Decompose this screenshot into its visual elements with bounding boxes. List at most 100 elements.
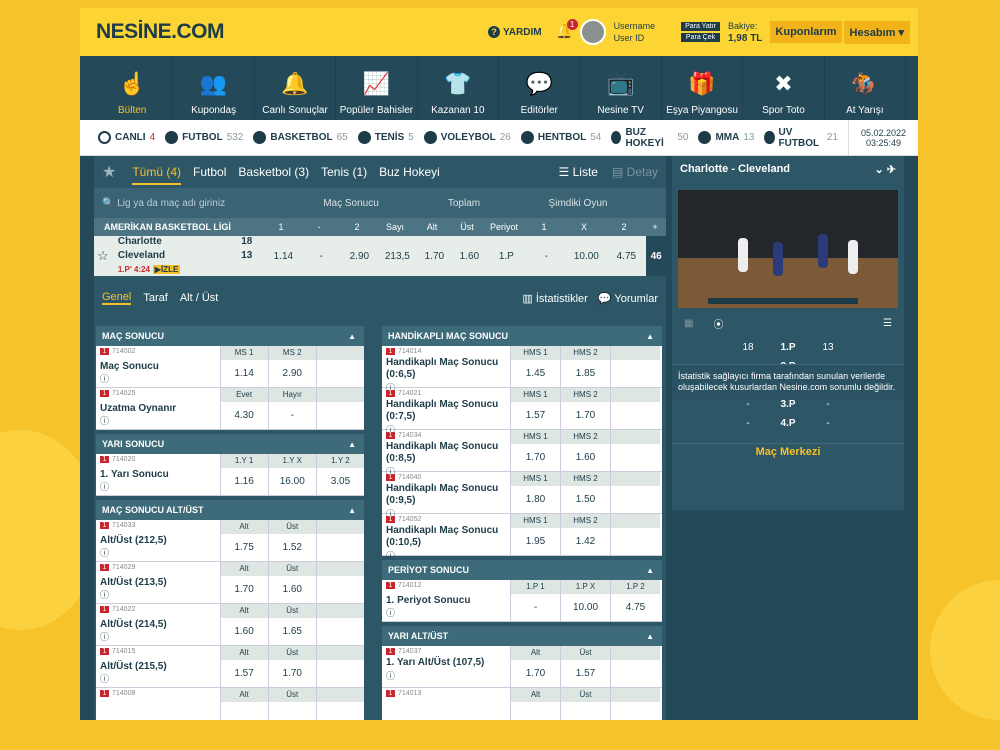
market-header[interactable]: HANDİKAPLI MAÇ SONUCU ▲: [382, 326, 662, 346]
odd-cell[interactable]: Üst 1.60: [267, 562, 316, 603]
odd-cell[interactable]: Alt 1.70: [219, 562, 268, 603]
sport-item-3[interactable]: TENİS 5: [357, 127, 414, 149]
match-odd-7[interactable]: -: [526, 251, 566, 262]
user-info[interactable]: Username User ID: [614, 20, 656, 44]
avatar[interactable]: [579, 19, 606, 45]
odd-cell[interactable]: Üst 1.57: [560, 646, 610, 687]
match-odd-4[interactable]: 1.70: [416, 251, 452, 262]
odd-cell[interactable]: HMS 1 1.95: [510, 514, 560, 555]
help-link[interactable]: ? YARDIM: [488, 26, 542, 38]
info-icon[interactable]: ⓘ: [100, 548, 109, 558]
match-row[interactable]: ☆ Charlotte 18 Cleveland 13 1.P' 4:24 ▶İZL…: [94, 236, 666, 276]
odd-cell[interactable]: HMS 1 1.57: [510, 388, 560, 429]
odd-cell[interactable]: Üst 1.65: [267, 604, 316, 645]
account-button[interactable]: Hesabım ▾: [843, 20, 910, 44]
tab-genel[interactable]: Genel: [102, 291, 132, 305]
odd-cell[interactable]: 1.P X 10.00: [560, 580, 610, 621]
odd-cell[interactable]: Evet 4.30: [219, 388, 268, 429]
nav-item-5[interactable]: 💬 Editörler: [499, 56, 581, 120]
sport-item-7[interactable]: MMA 13: [698, 127, 754, 149]
field-view-icon[interactable]: ▦: [684, 318, 693, 329]
deposit-button[interactable]: Para Yatır: [681, 22, 720, 31]
play-icon[interactable]: ⦿: [713, 316, 723, 331]
more-markets-button[interactable]: 46: [646, 236, 666, 276]
odd-cell[interactable]: Alt 1.70: [510, 646, 560, 687]
odd-cell[interactable]: Hayır -: [267, 388, 316, 429]
market-header[interactable]: PERİYOT SONUCU ▲: [382, 560, 662, 580]
odd-cell[interactable]: Alt 1.75: [219, 520, 268, 561]
nav-item-2[interactable]: 🔔 Canlı Sonuçlar: [255, 56, 337, 120]
odd-cell[interactable]: HMS 2 1.50: [560, 472, 610, 513]
info-icon[interactable]: ⓘ: [100, 416, 109, 426]
chevron-up-icon[interactable]: ▲: [646, 632, 654, 641]
chevron-up-icon[interactable]: ▲: [646, 566, 654, 575]
nav-item-0[interactable]: ☝ Bülten: [92, 56, 174, 120]
match-center-link[interactable]: Maç Merkezi: [672, 443, 904, 458]
odd-cell[interactable]: 1.Y X 16.00: [267, 454, 316, 495]
match-odd-0[interactable]: 1.14: [264, 251, 302, 262]
info-icon[interactable]: ⓘ: [100, 632, 109, 642]
chevron-up-icon[interactable]: ▲: [348, 506, 356, 515]
info-icon[interactable]: ⓘ: [386, 608, 395, 618]
nav-item-9[interactable]: 🏇 At Yarışı: [825, 56, 907, 120]
chevron-up-icon[interactable]: ▲: [348, 332, 356, 341]
odd-cell[interactable]: MS 1 1.14: [219, 346, 268, 387]
nav-item-8[interactable]: ✖ Spor Toto: [743, 56, 825, 120]
withdraw-button[interactable]: Para Çek: [681, 33, 720, 42]
info-icon[interactable]: ⓘ: [100, 590, 109, 600]
favorite-star-icon[interactable]: ☆: [94, 248, 112, 264]
filter-tab-0[interactable]: Tümü (4): [132, 165, 182, 185]
list-view-button[interactable]: ☰ Liste: [559, 165, 598, 179]
panel-controls[interactable]: ⌄ ✈: [875, 163, 897, 176]
odd-cell[interactable]: 1.P 2 4.75: [610, 580, 660, 621]
odd-cell[interactable]: Üst 1.70: [267, 646, 316, 687]
nav-item-6[interactable]: 📺 Nesine TV: [580, 56, 662, 120]
search-input[interactable]: 🔍 Lig ya da maç adı giriniz: [94, 198, 292, 209]
odd-cell[interactable]: Alt 1.60: [219, 604, 268, 645]
filter-tab-1[interactable]: Futbol: [193, 165, 226, 179]
chevron-up-icon[interactable]: ▲: [646, 332, 654, 341]
filter-tab-2[interactable]: Basketbol (3): [238, 165, 309, 179]
market-header[interactable]: YARI ALT/ÜST ▲: [382, 626, 662, 646]
odd-cell[interactable]: HMS 2 1.60: [560, 430, 610, 471]
nav-item-7[interactable]: 🎁 Eşya Piyangosu: [662, 56, 744, 120]
sport-item-4[interactable]: VOLEYBOL 26: [423, 127, 511, 149]
odd-cell[interactable]: HMS 1 1.45: [510, 346, 560, 387]
nav-item-1[interactable]: 👥 Kupondaş: [173, 56, 255, 120]
filter-tab-4[interactable]: Buz Hokeyi: [379, 165, 440, 179]
odd-cell[interactable]: 1.P 1 -: [510, 580, 560, 621]
nav-item-4[interactable]: 👕 Kazanan 10: [418, 56, 500, 120]
match-odd-3[interactable]: 213,5: [378, 251, 416, 262]
sport-item-8[interactable]: UV FUTBOL 21: [764, 127, 838, 149]
market-header[interactable]: MAÇ SONUCU ALT/ÜST ▲: [96, 500, 364, 520]
odd-cell[interactable]: MS 2 2.90: [267, 346, 316, 387]
chevron-up-icon[interactable]: ▲: [348, 440, 356, 449]
odd-cell[interactable]: HMS 2 1.42: [560, 514, 610, 555]
tab-alt-ust[interactable]: Alt / Üst: [180, 292, 219, 304]
tab-taraf[interactable]: Taraf: [143, 292, 167, 304]
video-player[interactable]: [678, 190, 898, 308]
odd-cell[interactable]: 1.Y 2 3.05: [315, 454, 365, 495]
comments-button[interactable]: 💬 Yorumlar: [598, 292, 658, 305]
sport-item-5[interactable]: HENTBOL 54: [520, 127, 601, 149]
sport-item-6[interactable]: BUZ HOKEYİ 50: [611, 127, 688, 149]
sport-item-1[interactable]: FUTBOL 532: [165, 127, 243, 149]
sport-item-0[interactable]: CANLI 4: [98, 127, 155, 149]
info-icon[interactable]: ⓘ: [100, 482, 109, 492]
filter-tab-3[interactable]: Tenis (1): [321, 165, 367, 179]
info-icon[interactable]: ⓘ: [386, 671, 395, 681]
list-icon[interactable]: ☰: [883, 318, 892, 329]
match-odd-2[interactable]: 2.90: [340, 251, 378, 262]
odd-cell[interactable]: Alt 1.57: [219, 646, 268, 687]
info-icon[interactable]: ⓘ: [100, 374, 109, 384]
watch-button[interactable]: ▶İZLE: [152, 265, 181, 274]
coupons-button[interactable]: Kuponlarım: [770, 21, 842, 43]
match-odd-1[interactable]: -: [302, 251, 340, 262]
notification-bell[interactable]: 🔔 1: [556, 19, 578, 41]
star-icon[interactable]: ★: [102, 162, 116, 182]
match-odd-8[interactable]: 10.00: [566, 251, 606, 262]
market-header[interactable]: MAÇ SONUCU ▲: [96, 326, 364, 346]
odd-cell[interactable]: HMS 1 1.80: [510, 472, 560, 513]
sport-item-2[interactable]: BASKETBOL 65: [253, 127, 348, 149]
info-icon[interactable]: ⓘ: [386, 551, 395, 561]
